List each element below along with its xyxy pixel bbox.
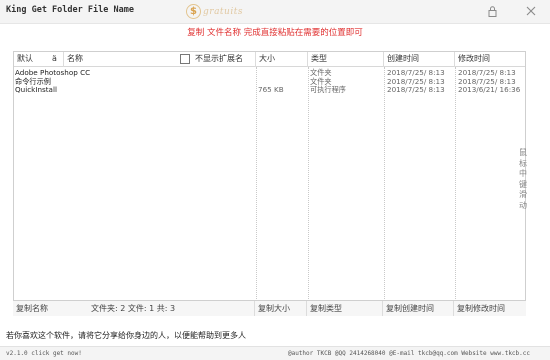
type-column-header[interactable]: 类型 (308, 52, 384, 67)
copy-modified-label: 复制修改时间 (457, 304, 505, 313)
table-row[interactable]: Adobe Photoshop CC 文件夹 2018/7/25/ 8:13 2… (14, 68, 525, 78)
logo: $ gratuits (186, 4, 243, 19)
column-divider (384, 67, 385, 315)
created-column-header[interactable]: 创建时间 (384, 52, 455, 67)
app-title: King Get Folder File Name (6, 5, 134, 15)
copy-size-button[interactable]: 复制大小 (255, 301, 307, 316)
size-column-header[interactable]: 大小 (256, 52, 308, 67)
file-rows: Adobe Photoshop CC 文件夹 2018/7/25/ 8:13 2… (14, 68, 525, 95)
author-info: @author TKCB @QQ 2414268040 @E-mail tkcb… (287, 350, 530, 357)
sort-default-label: 默认 (17, 54, 33, 63)
copy-type-label: 复制类型 (310, 304, 342, 313)
type-column-label: 类型 (311, 54, 327, 63)
column-divider (256, 67, 257, 315)
copy-modified-button[interactable]: 复制修改时间 (454, 301, 526, 316)
version-label: v2.1.0 click get now! (6, 350, 82, 357)
modified-column-label: 修改时间 (458, 54, 490, 63)
close-icon (526, 6, 536, 16)
row-created: 2018/7/25/ 8:13 (387, 85, 445, 94)
copy-created-button[interactable]: 复制创建时间 (383, 301, 454, 316)
logo-badge: $ (186, 4, 201, 19)
column-divider (455, 67, 456, 315)
copy-created-label: 复制创建时间 (386, 304, 434, 313)
size-column-label: 大小 (259, 54, 275, 63)
status-bar: v2.1.0 click get now! @author TKCB @QQ 2… (0, 346, 550, 360)
copy-name-label: 复制名称 (16, 304, 48, 313)
scroll-hint: 鼠标中键滑动 (519, 148, 527, 210)
table-row[interactable]: QuickInstall 765 KB 可执行程序 2018/7/25/ 8:1… (14, 85, 525, 95)
row-name: QuickInstall (15, 85, 57, 94)
close-button[interactable] (523, 3, 539, 19)
title-bar: King Get Folder File Name $ gratuits (0, 0, 550, 24)
row-size: 765 KB (258, 85, 284, 94)
copy-type-button[interactable]: 复制类型 (307, 301, 383, 316)
name-column-label: 名称 (67, 54, 83, 63)
copy-hint: 复制 文件名称 完成直接粘贴在需要的位置即可 (187, 28, 363, 38)
copy-size-label: 复制大小 (258, 304, 290, 313)
row-type: 可执行程序 (310, 85, 346, 94)
table-header: 默认 ä 名称 不显示扩展名 大小 类型 创建时间 修改时间 (14, 52, 525, 67)
lock-button[interactable] (484, 3, 500, 19)
hide-extension-label: 不显示扩展名 (195, 54, 243, 63)
lock-icon (488, 5, 496, 17)
file-table: 默认 ä 名称 不显示扩展名 大小 类型 创建时间 修改时间 Adobe Pho… (13, 51, 526, 316)
file-counts-label: 文件夹: 2 文件: 1 共: 3 (91, 304, 176, 313)
row-modified: 2013/6/21/ 16:36 (458, 85, 521, 94)
created-column-label: 创建时间 (387, 54, 419, 63)
logo-text: gratuits (203, 6, 243, 17)
sort-default-header[interactable]: 默认 ä (14, 52, 64, 67)
hide-extension-checkbox[interactable] (180, 54, 190, 64)
share-message: 若你喜欢这个软件，请将它分享给你身边的人，以便能帮助到更多人 (6, 331, 246, 340)
modified-column-header[interactable]: 修改时间 (455, 52, 525, 67)
column-divider (308, 67, 309, 315)
sort-arrow-icon: ä (52, 54, 57, 63)
copy-name-button[interactable]: 复制名称 (13, 301, 88, 316)
file-counts: 文件夹: 2 文件: 1 共: 3 (88, 301, 255, 316)
copy-toolbar: 复制名称 文件夹: 2 文件: 1 共: 3 复制大小 复制类型 复制创建时间 … (13, 300, 526, 316)
